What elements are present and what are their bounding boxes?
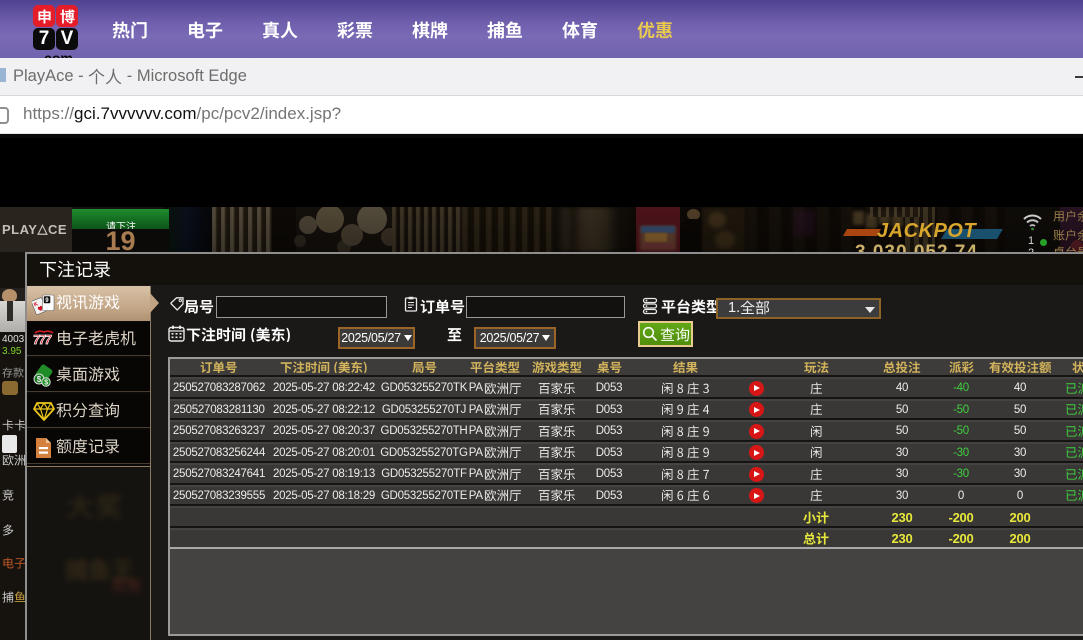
svg-text:$: $ bbox=[37, 375, 42, 384]
svg-text:$: $ bbox=[44, 380, 48, 387]
svg-text:777: 777 bbox=[32, 332, 52, 347]
